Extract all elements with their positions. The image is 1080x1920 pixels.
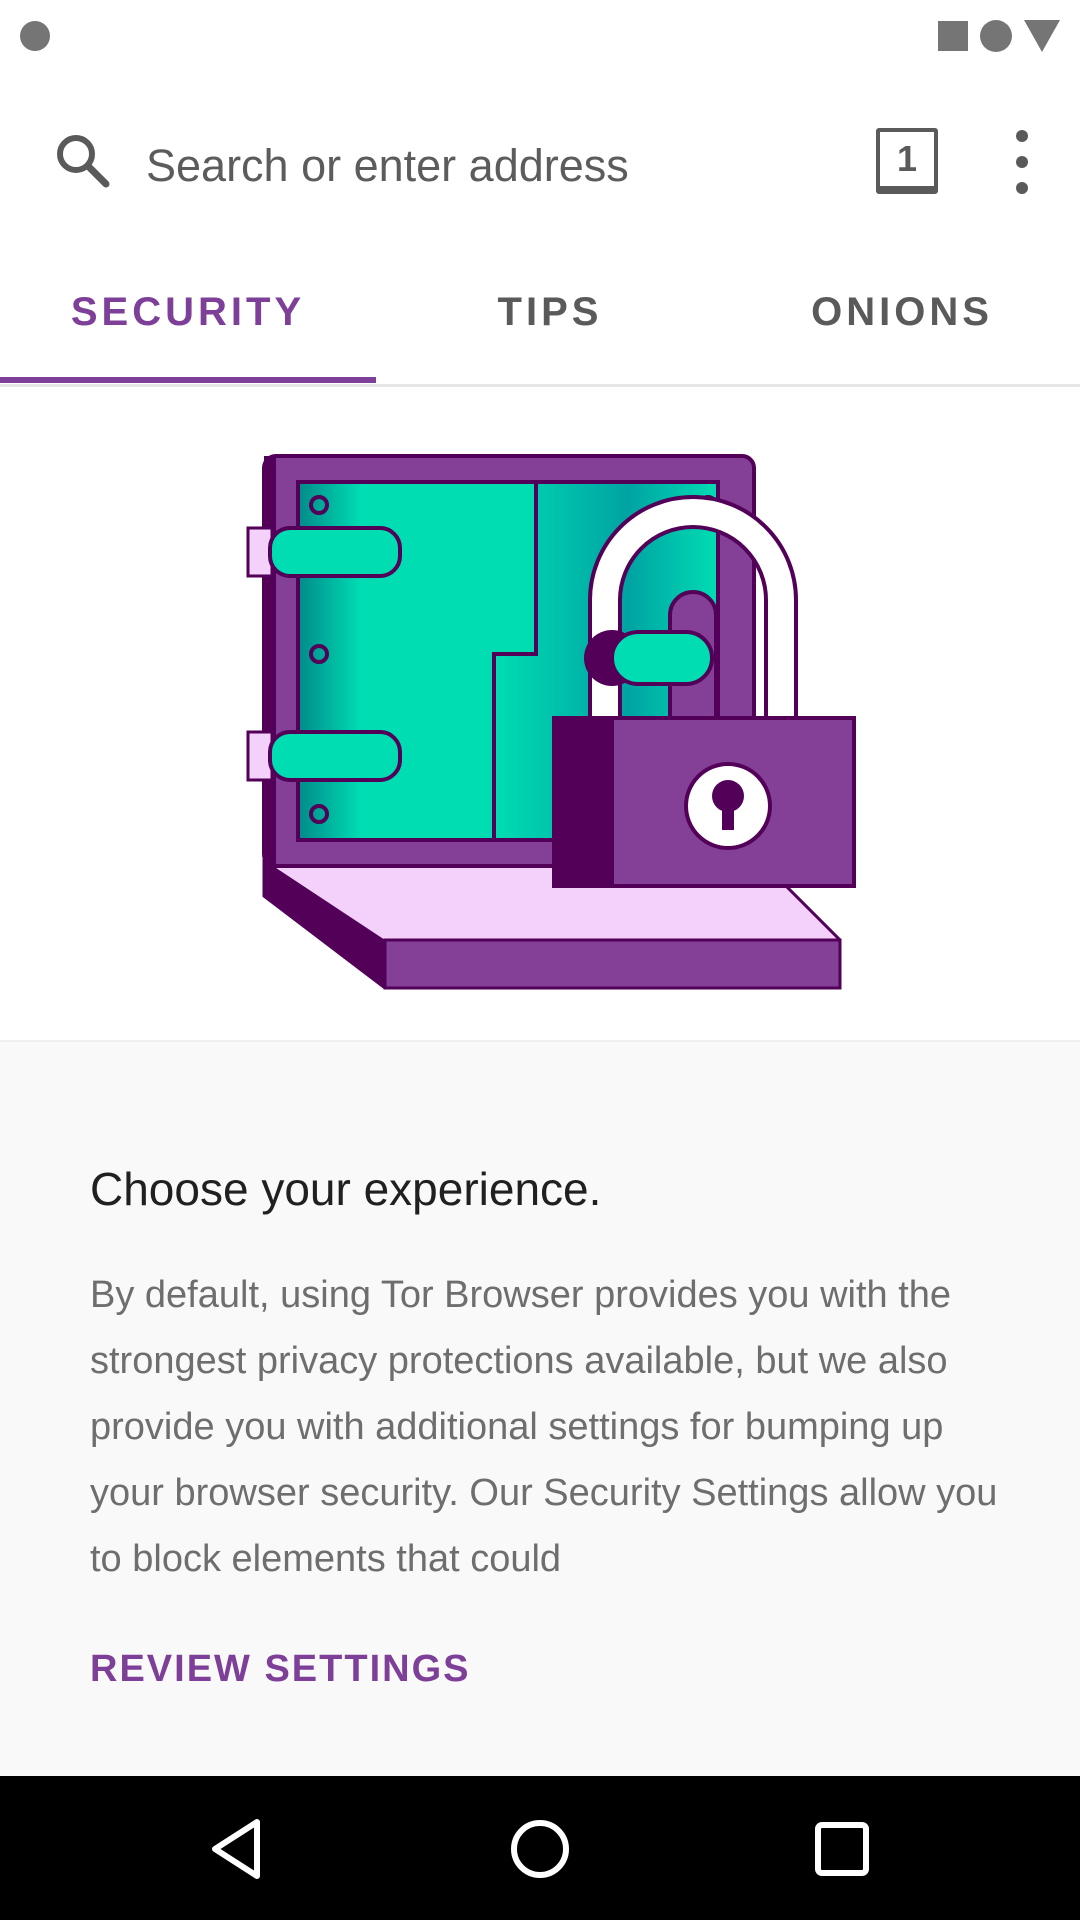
status-bar [0, 0, 1080, 72]
notification-dot-icon [20, 21, 50, 51]
tabs-counter-button[interactable]: 1 [876, 128, 938, 194]
circle-status-icon [980, 20, 1012, 52]
tab-tips[interactable]: TIPS [376, 240, 724, 384]
nav-recents-icon[interactable] [807, 1814, 877, 1884]
square-status-icon [938, 21, 968, 51]
tab-bar: SECURITY TIPS ONIONS [0, 240, 1080, 387]
search-input[interactable] [146, 130, 806, 202]
search-icon[interactable] [52, 130, 112, 190]
overflow-menu-icon[interactable] [1000, 130, 1044, 194]
tab-onions[interactable]: ONIONS [724, 240, 1080, 384]
nav-home-icon[interactable] [505, 1814, 575, 1884]
active-tab-indicator [0, 377, 376, 383]
security-info-card: Choose your experience. By default, usin… [0, 1040, 1080, 1778]
nav-back-icon[interactable] [203, 1814, 273, 1884]
system-navigation-bar [0, 1776, 1080, 1920]
card-body-text: By default, using Tor Browser provides y… [90, 1274, 998, 1580]
status-icons [938, 20, 1060, 52]
tab-security[interactable]: SECURITY [0, 240, 376, 384]
card-title: Choose your experience. [90, 1163, 602, 1215]
review-settings-button[interactable]: REVIEW SETTINGS [90, 1648, 470, 1691]
security-safe-illustration [246, 454, 856, 990]
browser-toolbar: 1 [0, 90, 1080, 240]
signal-triangle-icon [1024, 20, 1060, 52]
